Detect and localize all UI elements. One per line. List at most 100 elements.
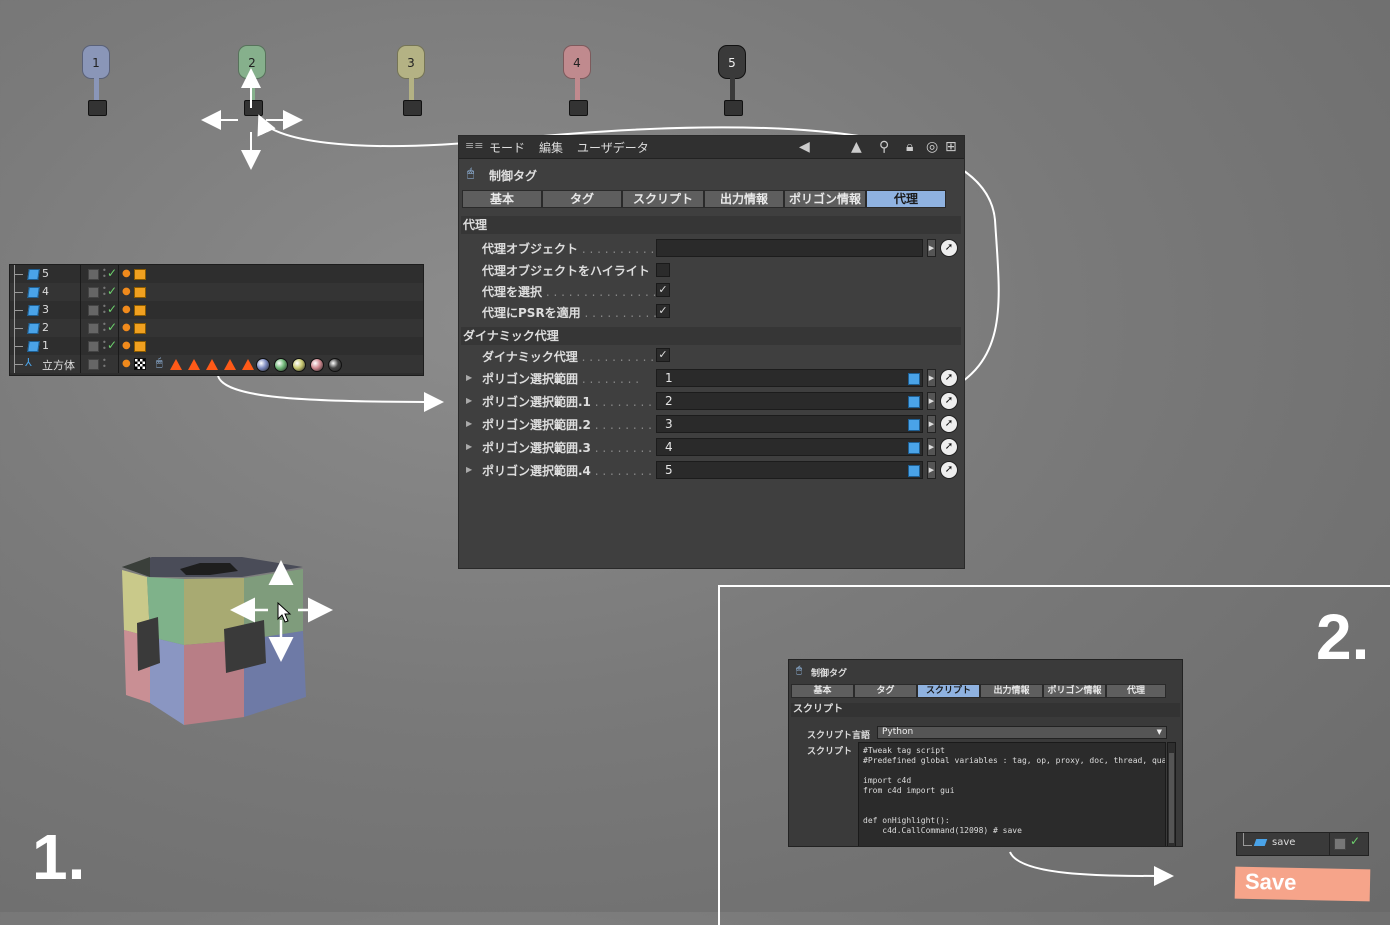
save-button[interactable]: Save — [1234, 866, 1371, 902]
enabled-check-icon[interactable]: ✓ — [107, 302, 117, 316]
expand-arrow-icon[interactable]: ▶ — [466, 442, 472, 451]
proxy-object-field[interactable] — [656, 239, 923, 257]
script-tab-2[interactable]: スクリプト — [917, 684, 980, 698]
tag-icon-orange[interactable]: ● — [122, 304, 131, 315]
proxy-object-arrow-button[interactable]: ▶ — [927, 239, 936, 257]
colored-cube-viewport[interactable] — [110, 545, 350, 735]
polygon-selection-field[interactable]: 5 — [656, 461, 923, 479]
layer-flag-icon[interactable] — [88, 287, 99, 298]
object-row[interactable]: 4 • • ✓ ● — [10, 283, 423, 301]
search-icon[interactable]: ⚲ — [879, 139, 889, 155]
selection-arrow-button[interactable]: ▶ — [927, 438, 936, 456]
tag-icon-orange[interactable]: ● — [122, 268, 131, 279]
layer-flag-icon[interactable] — [88, 341, 99, 352]
up-arrow-icon[interactable]: ▲ — [851, 139, 862, 155]
selection-picker-icon[interactable]: ➚ — [940, 461, 958, 479]
polygon-selection-field[interactable]: 3 — [656, 415, 923, 433]
script-tab-1[interactable]: タグ — [854, 684, 917, 698]
layer-flag-icon[interactable] — [88, 269, 99, 280]
polygon-selection-field[interactable]: 1 — [656, 369, 923, 387]
object-row[interactable]: 3 • • ✓ ● — [10, 301, 423, 319]
display-tag-icon[interactable] — [134, 305, 146, 316]
expand-arrow-icon[interactable]: ▶ — [466, 373, 472, 382]
material-tag-icon[interactable] — [256, 358, 270, 372]
attr-tab-4[interactable]: ポリゴン情報 — [784, 190, 866, 208]
grip-icon[interactable]: ≡≡ — [465, 139, 483, 152]
polygon-selection-field[interactable]: 4 — [656, 438, 923, 456]
menu-userdata[interactable]: ユーザデータ — [577, 139, 649, 156]
script-language-select[interactable]: Python ▼ — [877, 726, 1167, 739]
visibility-dots-icon[interactable]: • • — [102, 357, 108, 371]
polygon-selection-field[interactable]: 2 — [656, 392, 923, 410]
expand-arrow-icon[interactable]: ▶ — [466, 396, 472, 405]
selection-picker-icon[interactable]: ➚ — [940, 438, 958, 456]
display-tag-icon[interactable] — [134, 341, 146, 352]
control-tag-icon[interactable]: 🖱︎ — [156, 356, 163, 370]
tag-icon-orange[interactable]: ● — [122, 286, 131, 297]
script-tab-5[interactable]: 代理 — [1106, 684, 1166, 698]
selection-tag-icon[interactable] — [206, 359, 218, 370]
save-object-row[interactable]: save ✓ — [1236, 832, 1369, 856]
back-arrow-icon[interactable]: ◀ — [799, 139, 810, 155]
script-section: スクリプト — [791, 703, 1180, 717]
attr-tab-1[interactable]: タグ — [542, 190, 622, 208]
tag-icon-orange[interactable]: ● — [122, 358, 131, 369]
enabled-check-icon[interactable]: ✓ — [107, 266, 117, 280]
selection-arrow-button[interactable]: ▶ — [927, 392, 936, 410]
layer-flag-icon[interactable] — [1334, 838, 1346, 850]
object-row[interactable]: 2 • • ✓ ● — [10, 319, 423, 337]
display-tag-icon[interactable] — [134, 323, 146, 334]
selection-arrow-button[interactable]: ▶ — [927, 369, 936, 387]
proxy-highlight-checkbox[interactable] — [656, 263, 670, 277]
selection-arrow-button[interactable]: ▶ — [927, 415, 936, 433]
lock-icon[interactable]: 🔒︎ — [906, 139, 913, 155]
selection-tag-icon[interactable] — [242, 359, 254, 370]
selection-picker-icon[interactable]: ➚ — [940, 392, 958, 410]
attr-tab-3[interactable]: 出力情報 — [704, 190, 784, 208]
material-tag-icon[interactable] — [274, 358, 288, 372]
tag-icon-orange[interactable]: ● — [122, 322, 131, 333]
attr-tab-2[interactable]: スクリプト — [622, 190, 704, 208]
object-row[interactable]: ⅄ 立方体 • • ● 🖱︎ — [10, 355, 423, 373]
script-tab-3[interactable]: 出力情報 — [980, 684, 1043, 698]
expand-arrow-icon[interactable]: ▶ — [466, 465, 472, 474]
attr-tab-0[interactable]: 基本 — [462, 190, 542, 208]
selection-picker-icon[interactable]: ➚ — [940, 369, 958, 387]
menu-edit[interactable]: 編集 — [539, 139, 563, 156]
selection-tag-icon[interactable] — [224, 359, 236, 370]
enabled-check-icon[interactable]: ✓ — [107, 338, 117, 352]
object-row[interactable]: 1 • • ✓ ● — [10, 337, 423, 355]
script-tab-4[interactable]: ポリゴン情報 — [1043, 684, 1106, 698]
object-row[interactable]: 5 • • ✓ ● — [10, 265, 423, 283]
dynamic-proxy-checkbox[interactable]: ✓ — [656, 348, 670, 362]
material-tag-icon[interactable] — [310, 358, 324, 372]
null-object-icon — [27, 341, 40, 352]
tag-icon-orange[interactable]: ● — [122, 340, 131, 351]
layer-flag-icon[interactable] — [88, 359, 99, 370]
selection-tag-icon[interactable] — [170, 359, 182, 370]
selection-picker-icon[interactable]: ➚ — [940, 415, 958, 433]
enabled-check-icon[interactable]: ✓ — [1350, 834, 1360, 848]
material-tag-icon[interactable] — [328, 358, 342, 372]
layer-flag-icon[interactable] — [88, 323, 99, 334]
selection-arrow-button[interactable]: ▶ — [927, 461, 936, 479]
display-tag-icon[interactable] — [134, 269, 146, 280]
proxy-object-picker-icon[interactable]: ➚ — [940, 239, 958, 257]
display-tag-icon[interactable] — [134, 287, 146, 298]
material-tag-icon[interactable] — [292, 358, 306, 372]
target-icon[interactable]: ◎ — [926, 139, 938, 155]
enabled-check-icon[interactable]: ✓ — [107, 284, 117, 298]
script-code-editor[interactable]: #Tweak tag script #Predefined global var… — [858, 742, 1166, 846]
new-panel-icon[interactable]: ⊞ — [945, 139, 957, 155]
script-tab-0[interactable]: 基本 — [791, 684, 854, 698]
texture-tag-icon[interactable] — [134, 358, 146, 370]
attr-tab-5[interactable]: 代理 — [866, 190, 946, 208]
layer-flag-icon[interactable] — [88, 305, 99, 316]
proxy-select-checkbox[interactable]: ✓ — [656, 283, 670, 297]
selection-tag-icon[interactable] — [188, 359, 200, 370]
menu-mode[interactable]: モード — [489, 139, 525, 156]
expand-arrow-icon[interactable]: ▶ — [466, 419, 472, 428]
enabled-check-icon[interactable]: ✓ — [107, 320, 117, 334]
code-scrollbar[interactable] — [1167, 742, 1176, 846]
proxy-psr-checkbox[interactable]: ✓ — [656, 304, 670, 318]
